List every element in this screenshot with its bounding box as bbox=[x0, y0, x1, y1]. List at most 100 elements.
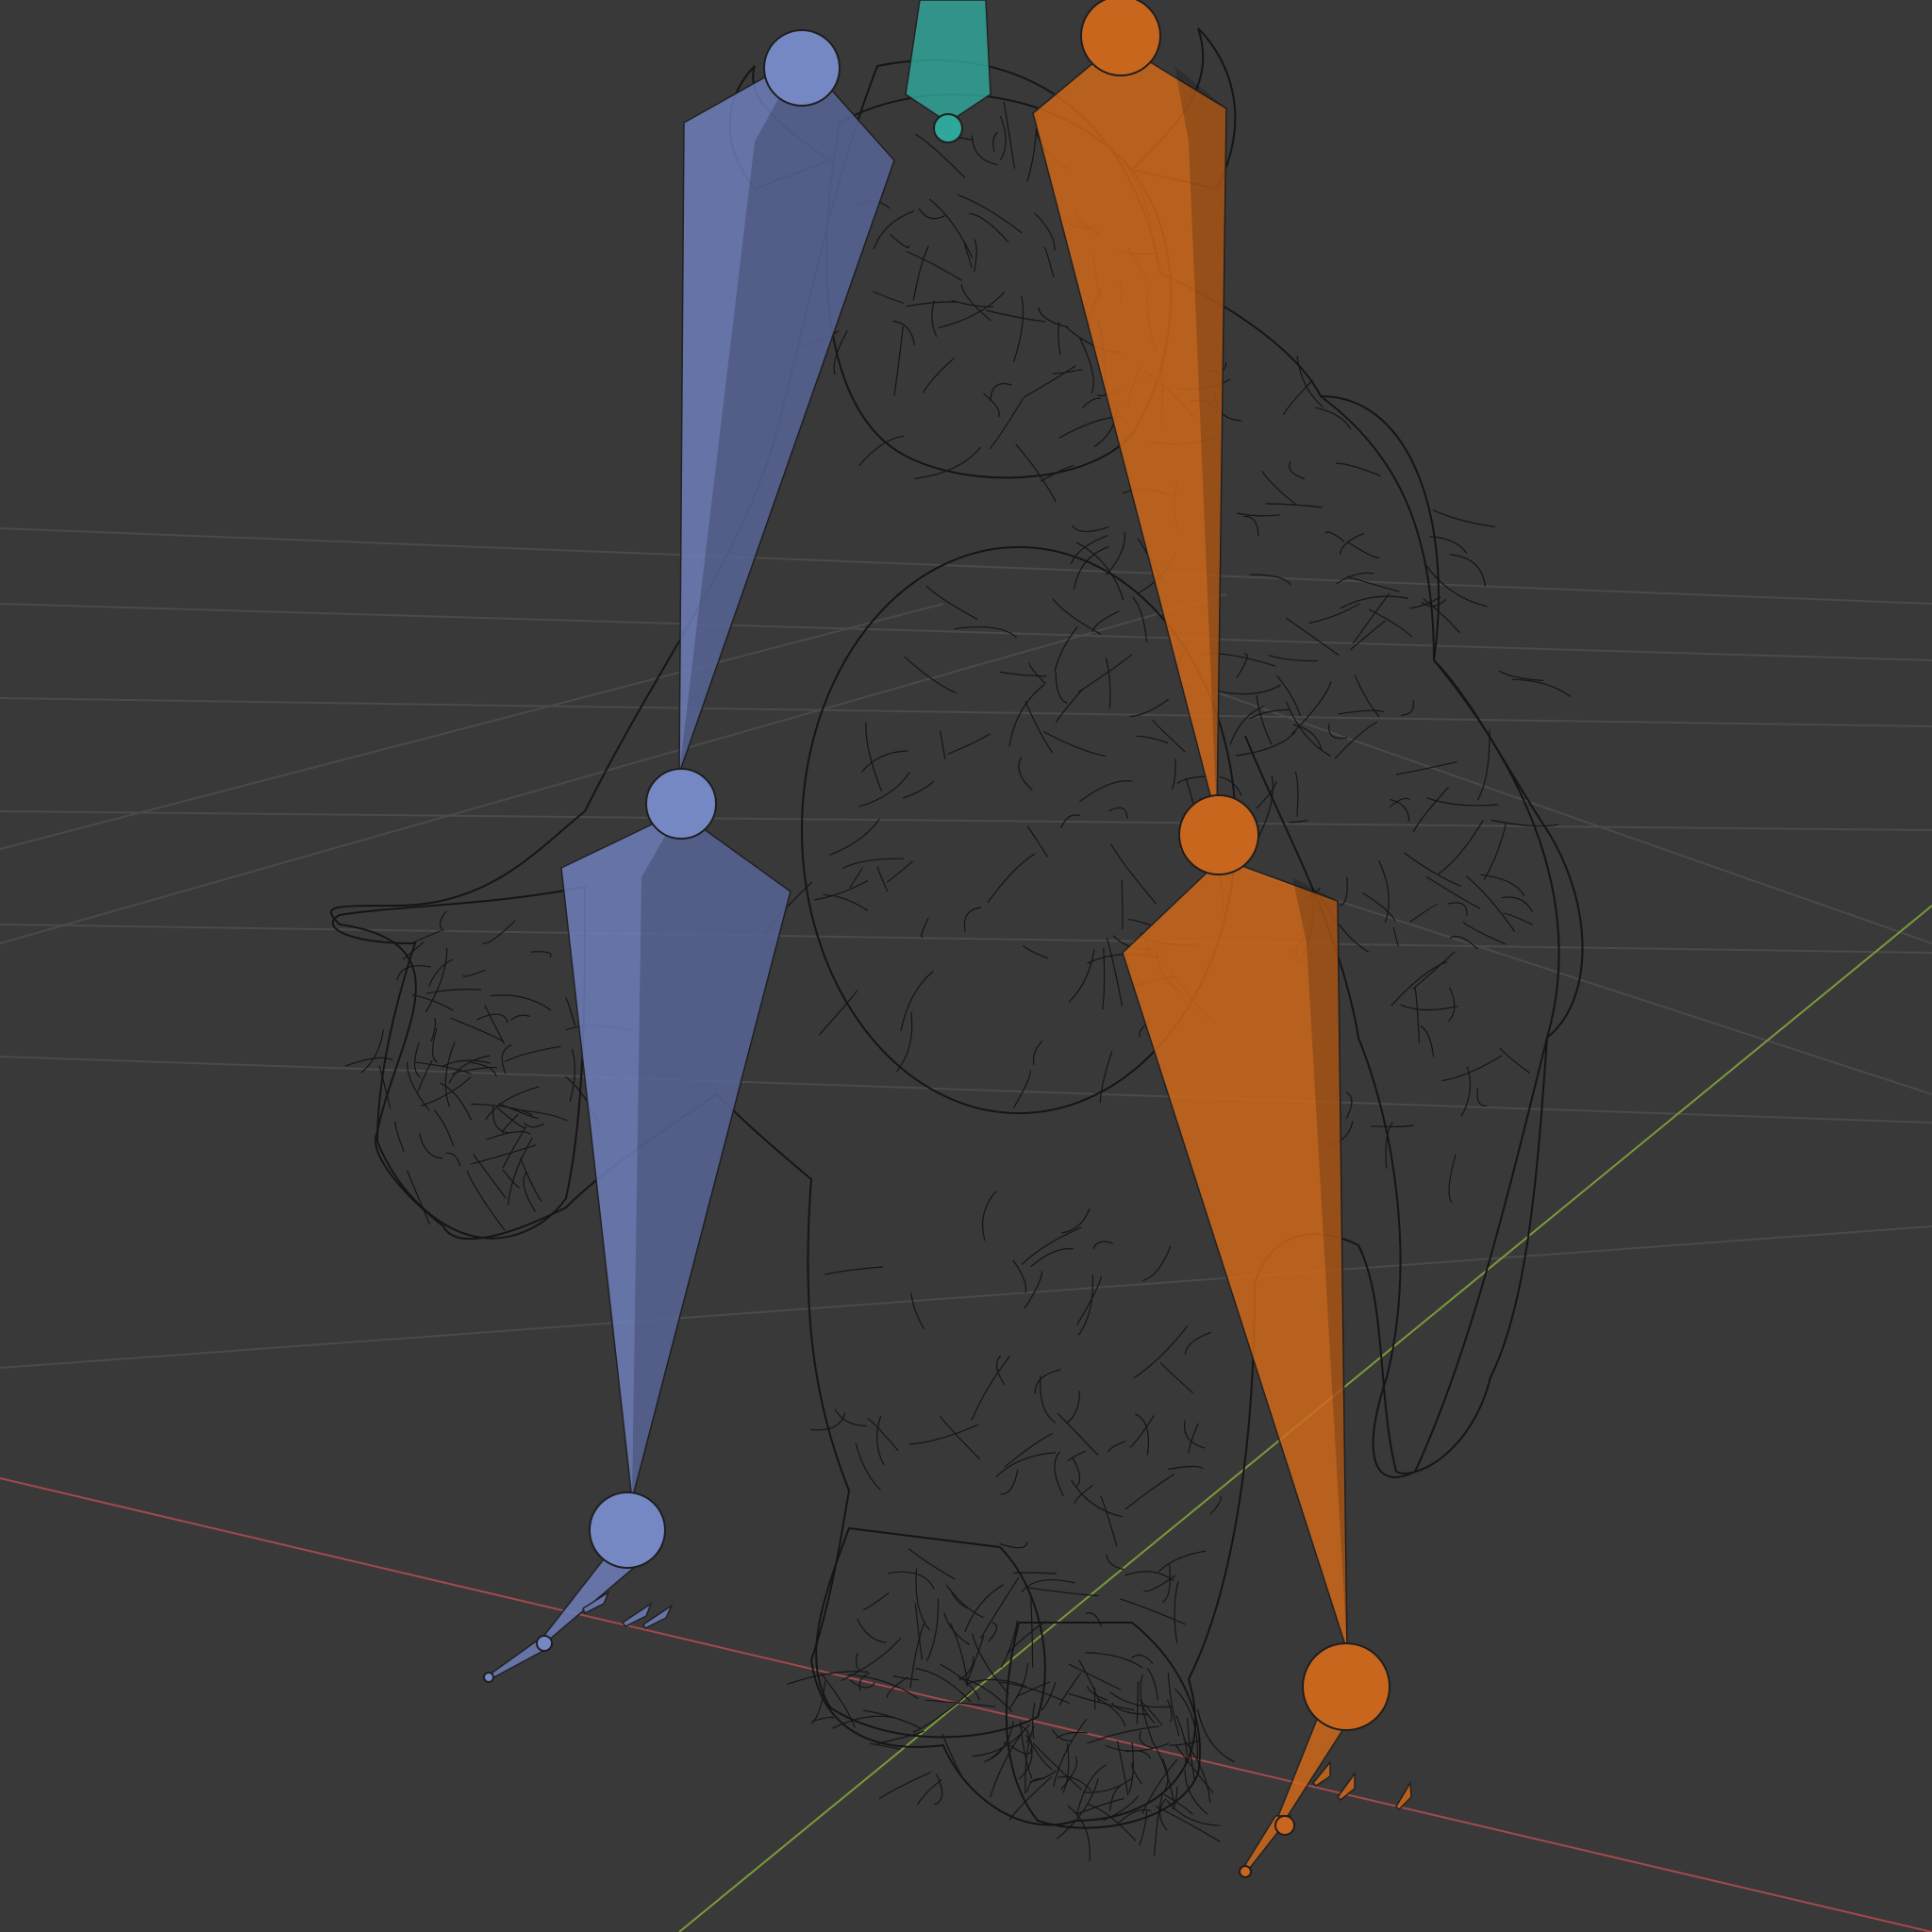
mesh-edge bbox=[1340, 532, 1365, 555]
hip-right-joint[interactable] bbox=[1080, 0, 1161, 76]
mesh-edge bbox=[1390, 798, 1410, 822]
mesh-foot-left bbox=[815, 1526, 1046, 1739]
mesh-edge bbox=[1000, 1681, 1071, 1705]
mesh-edge bbox=[1129, 698, 1170, 717]
mesh-edge bbox=[1012, 1259, 1027, 1293]
mesh-edge bbox=[1025, 1587, 1099, 1597]
mesh-edge bbox=[1183, 1420, 1206, 1449]
mesh-edge bbox=[1055, 672, 1068, 704]
mesh-edge bbox=[940, 730, 946, 759]
mesh-edge bbox=[1013, 296, 1024, 362]
mesh-edge bbox=[1243, 515, 1259, 537]
mesh-edge bbox=[867, 1418, 899, 1452]
floor-grid bbox=[0, 527, 1932, 1369]
mesh-edge bbox=[873, 210, 915, 250]
mesh-edge bbox=[445, 1152, 461, 1167]
mesh-edge bbox=[1328, 723, 1348, 740]
mesh-edge bbox=[1078, 1659, 1101, 1704]
viewport-canvas[interactable] bbox=[0, 0, 1932, 1932]
grid-line bbox=[0, 603, 1932, 661]
grid-line bbox=[0, 697, 1932, 727]
mesh-edge bbox=[1022, 1226, 1082, 1265]
mesh-edge bbox=[876, 866, 889, 892]
mesh-edge bbox=[1412, 951, 1456, 991]
mesh-edge bbox=[823, 894, 868, 911]
mesh-edge bbox=[873, 291, 904, 304]
mesh-edge bbox=[1012, 1070, 1031, 1108]
mesh-edge bbox=[402, 941, 425, 960]
mesh-edge bbox=[1124, 1473, 1175, 1510]
ankle-right-joint[interactable] bbox=[1302, 1642, 1391, 1731]
mesh-edge bbox=[1032, 1742, 1083, 1790]
mesh-edge bbox=[470, 1144, 537, 1165]
mesh-edge bbox=[1152, 719, 1186, 753]
mesh-edge bbox=[1107, 1441, 1126, 1453]
mesh-edge bbox=[995, 1355, 1006, 1386]
mesh-edge bbox=[1141, 1245, 1172, 1282]
mesh-edge bbox=[1105, 658, 1111, 709]
foot-left-joint[interactable] bbox=[536, 1635, 553, 1652]
toe-left-end-joint[interactable] bbox=[483, 1672, 494, 1683]
mesh-edge bbox=[995, 1452, 1056, 1477]
mesh-edge bbox=[1362, 891, 1396, 922]
mesh-edge bbox=[938, 291, 1006, 329]
toe-right-bone-3[interactable] bbox=[1395, 1780, 1412, 1811]
hip-left-joint[interactable] bbox=[763, 29, 841, 107]
mesh-edge bbox=[1409, 596, 1441, 609]
mesh-edge bbox=[1346, 541, 1380, 559]
mesh-edge bbox=[1315, 407, 1352, 430]
mesh-edge-lines bbox=[345, 101, 1572, 1861]
mesh-edge bbox=[1188, 1423, 1199, 1454]
mesh-edge bbox=[828, 818, 880, 857]
shin-left-bone-shade bbox=[632, 811, 791, 1500]
mesh-edge bbox=[433, 1109, 455, 1147]
mesh-edge bbox=[440, 910, 447, 932]
mesh-edge bbox=[462, 969, 486, 977]
mesh-edge bbox=[971, 1355, 1010, 1421]
mesh-edge bbox=[1261, 470, 1297, 506]
mesh-edge bbox=[999, 115, 1007, 161]
mesh-edge bbox=[1030, 1598, 1034, 1668]
mesh-edge bbox=[1296, 355, 1324, 408]
root-joint[interactable] bbox=[933, 113, 963, 143]
mesh-edge bbox=[1256, 695, 1273, 745]
mesh-edge bbox=[856, 1618, 887, 1643]
mesh-edge bbox=[1371, 1124, 1414, 1128]
mesh-edge bbox=[1159, 1362, 1194, 1394]
mesh-edge bbox=[902, 780, 935, 799]
3d-viewport[interactable] bbox=[0, 0, 1932, 1932]
toe-right-end-joint[interactable] bbox=[1239, 1865, 1252, 1878]
ankle-left-joint[interactable] bbox=[589, 1491, 666, 1569]
mesh-edge bbox=[1054, 625, 1078, 673]
mesh-edge bbox=[1068, 949, 1095, 1003]
mesh-edge bbox=[1034, 212, 1056, 251]
mesh-edge bbox=[1441, 1055, 1503, 1082]
mesh-edge bbox=[1340, 595, 1408, 609]
mesh-edge bbox=[1055, 688, 1084, 724]
foot-right-joint[interactable] bbox=[1274, 1815, 1295, 1836]
mesh-edge bbox=[860, 750, 908, 773]
mesh-edge bbox=[1432, 509, 1496, 527]
mesh-edge bbox=[1249, 574, 1291, 586]
mesh-edge bbox=[1105, 531, 1125, 575]
mesh-edge bbox=[1054, 1451, 1064, 1497]
mesh-edge bbox=[1078, 654, 1133, 693]
mesh-edge bbox=[1499, 1047, 1530, 1074]
mesh-edge bbox=[906, 250, 963, 281]
mesh-edge bbox=[963, 907, 982, 932]
mesh-edge bbox=[1448, 1154, 1457, 1203]
spine-root-bone[interactable] bbox=[905, 0, 991, 124]
knee-right-joint[interactable] bbox=[1178, 794, 1259, 875]
mesh-edge bbox=[892, 320, 916, 345]
mesh-edge bbox=[841, 1637, 902, 1682]
knee-left-joint[interactable] bbox=[645, 768, 717, 840]
mesh-edge bbox=[988, 1622, 998, 1642]
mesh-edge bbox=[957, 193, 1023, 234]
mesh-edge bbox=[484, 1005, 506, 1044]
mesh-edge bbox=[960, 284, 991, 322]
mesh-edge bbox=[1072, 1457, 1081, 1488]
mesh-edge bbox=[1483, 822, 1507, 880]
mesh-edge bbox=[982, 1191, 997, 1241]
mesh-edge bbox=[1324, 531, 1345, 542]
mesh-edge bbox=[492, 1106, 510, 1134]
